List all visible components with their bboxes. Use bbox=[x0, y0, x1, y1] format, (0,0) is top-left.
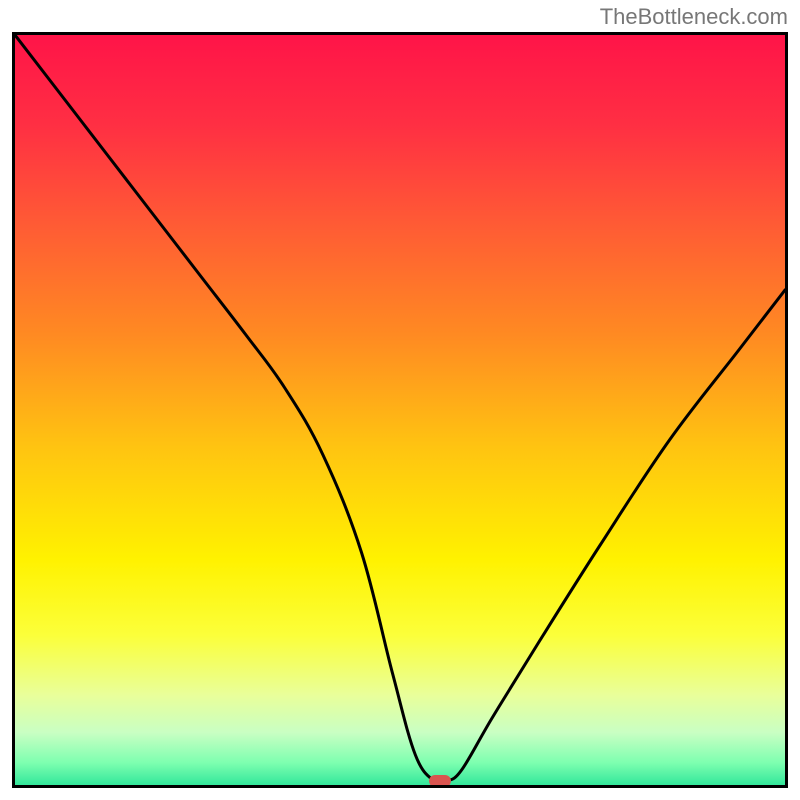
chart-container: TheBottleneck.com bbox=[0, 0, 800, 800]
watermark-text: TheBottleneck.com bbox=[600, 4, 788, 30]
optimal-marker bbox=[429, 775, 451, 787]
plot-frame bbox=[12, 32, 788, 788]
bottleneck-curve bbox=[15, 35, 785, 785]
